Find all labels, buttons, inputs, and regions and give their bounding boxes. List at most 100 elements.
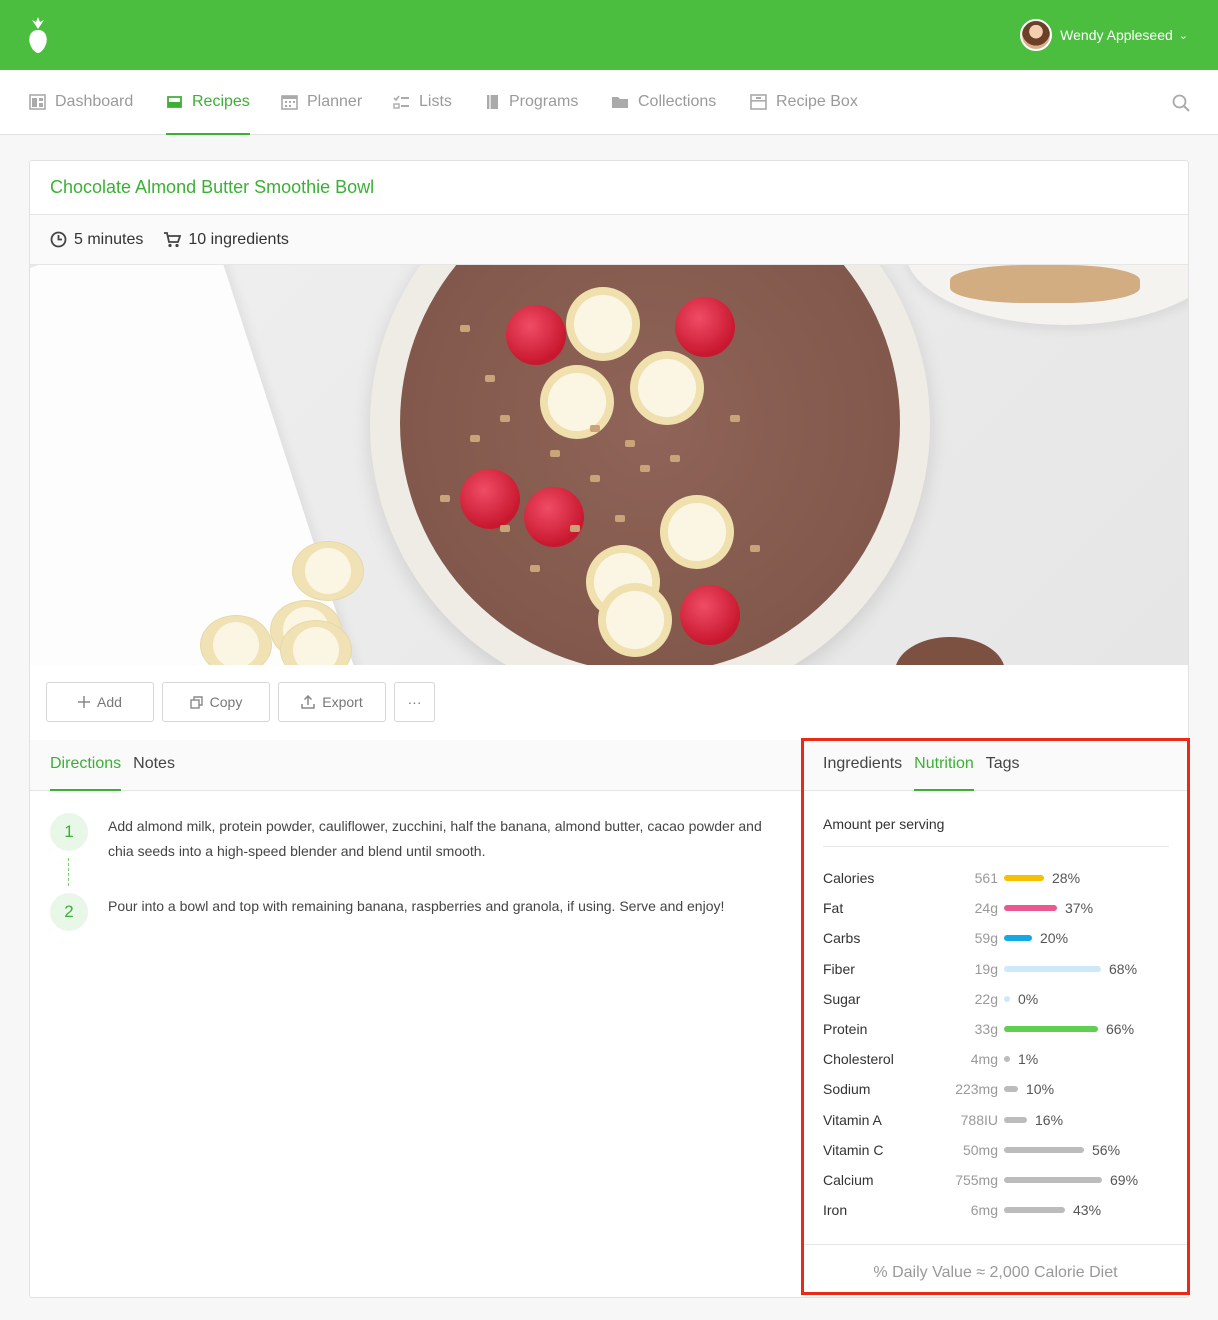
nutrient-amount: 788IU [960,1111,998,1128]
copy-icon [189,695,203,709]
calendar-icon [281,95,298,110]
nav-label: Recipe Box [776,93,858,110]
nutrient-label: Carbs [823,930,861,947]
logo-icon[interactable] [26,16,50,54]
daily-value-bar [1004,965,1101,972]
add-button[interactable]: Add [46,682,154,722]
nutrient-label: Protein [823,1021,868,1037]
nutrition-row: Vitamin C 50mg 56% [823,1142,1169,1172]
daily-value-bar [1004,905,1057,912]
nav-item-planner[interactable]: Planner [281,70,362,134]
nutrition-row: Carbs 59g 20% [823,930,1169,960]
nutrition-row: Fat 24g 37% [823,900,1169,930]
daily-value-percent: 0% [1018,990,1039,1007]
main-nav: Dashboard Recipes Planner Lists Programs… [0,70,1218,135]
daily-value-bar [1004,1056,1010,1063]
dashboard-icon [29,94,46,110]
tab-ingredients[interactable]: Ingredients [823,739,902,790]
nav-label: Lists [419,93,452,110]
top-bar: Wendy Appleseed ⌄ [0,0,1218,70]
nutrition-row: Protein 33g 66% [823,1021,1169,1051]
checklist-icon [393,95,409,109]
nutrient-amount: 59g [974,930,998,947]
tab-nutrition[interactable]: Nutrition [914,739,974,791]
plus-icon [78,696,91,708]
nutrient-label: Vitamin C [823,1141,884,1158]
nutrient-label: Sodium [823,1081,871,1098]
daily-value-percent: 1% [1018,1051,1039,1068]
nutrition-row: Cholesterol 4mg 1% [823,1051,1169,1081]
info-tabs: Ingredients Nutrition Tags [802,740,1188,791]
nutrient-label: Vitamin A [823,1111,882,1128]
user-name: Wendy Appleseed [1060,27,1173,43]
daily-value-percent: 20% [1040,930,1069,947]
nutrient-label: Sugar [823,990,861,1007]
chevron-down-icon: ⌄ [1178,29,1188,42]
folder-icon [612,97,628,108]
tab-notes[interactable]: Notes [133,739,175,790]
directions-tabs: Directions Notes [30,740,801,791]
ingredients-meta: 10 ingredients [163,231,289,249]
nutrient-label: Fiber [823,960,855,977]
nav-item-recipes[interactable]: Recipes [166,70,250,135]
nutrient-amount: 755mg [955,1172,998,1188]
daily-value-bar [1004,1146,1084,1153]
step-number: 2 [50,893,88,931]
step-connector [68,858,69,886]
nav-item-dashboard[interactable]: Dashboard [29,70,133,134]
nutrition-row: Vitamin A 788IU 16% [823,1112,1169,1142]
tab-tags[interactable]: Tags [986,739,1020,790]
nav-item-programs[interactable]: Programs [485,70,578,134]
copy-label: Copy [209,694,243,710]
nutrient-label: Calories [823,870,875,886]
recipe-photo [30,265,1188,665]
nutrient-amount: 223mg [955,1081,998,1098]
box-icon [750,94,767,110]
copy-button[interactable]: Copy [162,682,270,722]
add-label: Add [97,694,122,710]
daily-value-percent: 43% [1073,1202,1102,1219]
recipe-card: Chocolate Almond Butter Smoothie Bowl 5 … [29,160,1189,1298]
user-menu[interactable]: Wendy Appleseed ⌄ [1020,18,1188,52]
nav-item-recipe-box[interactable]: Recipe Box [750,70,858,134]
nutrition-row: Iron 6mg 43% [823,1202,1169,1232]
daily-value-bar [1004,995,1010,1002]
daily-value-bar [1004,935,1032,942]
nav-item-lists[interactable]: Lists [393,70,452,134]
daily-value-bar [1004,1207,1065,1214]
nav-label: Programs [509,93,579,110]
daily-value-bar [1004,1026,1098,1032]
nav-label: Planner [307,93,363,110]
export-icon [301,695,316,709]
export-label: Export [322,694,363,710]
nutrient-amount: 561 [974,870,998,886]
daily-value-percent: 56% [1092,1141,1121,1158]
daily-value-percent: 68% [1109,960,1138,977]
search-icon[interactable] [1172,94,1190,112]
action-bar: Add Copy Export ··· [30,665,1188,741]
directions-panel: Directions Notes 1 Add almond milk, prot… [30,740,801,1298]
nav-item-collections[interactable]: Collections [611,70,716,134]
time-meta: 5 minutes [50,231,143,249]
tab-directions[interactable]: Directions [50,739,122,791]
daily-value-note: % Daily Value ≈ 2,000 Calorie Diet [802,1244,1189,1298]
daily-value-bar [1004,1177,1102,1183]
nav-label: Recipes [192,93,250,110]
nutrient-amount: 24g [974,900,998,917]
daily-value-bar [1004,1086,1018,1093]
daily-value-percent: 37% [1065,900,1094,917]
nutrition-row: Calcium 755mg 69% [823,1172,1169,1202]
recipe-time: 5 minutes [74,230,144,248]
daily-value-percent: 28% [1052,870,1081,886]
ellipsis-icon: ··· [407,694,422,710]
export-button[interactable]: Export [278,682,386,722]
nutrient-label: Calcium [823,1172,874,1188]
nav-label: Collections [638,93,717,110]
nav-label: Dashboard [55,93,134,110]
more-options-button[interactable]: ··· [394,682,435,722]
daily-value-bar [1004,1116,1027,1123]
nutrient-amount: 33g [974,1021,998,1037]
recipe-meta: 5 minutes 10 ingredients [30,215,1188,265]
daily-value-percent: 66% [1106,1021,1135,1037]
nutrition-row: Sugar 22g 0% [823,991,1169,1021]
